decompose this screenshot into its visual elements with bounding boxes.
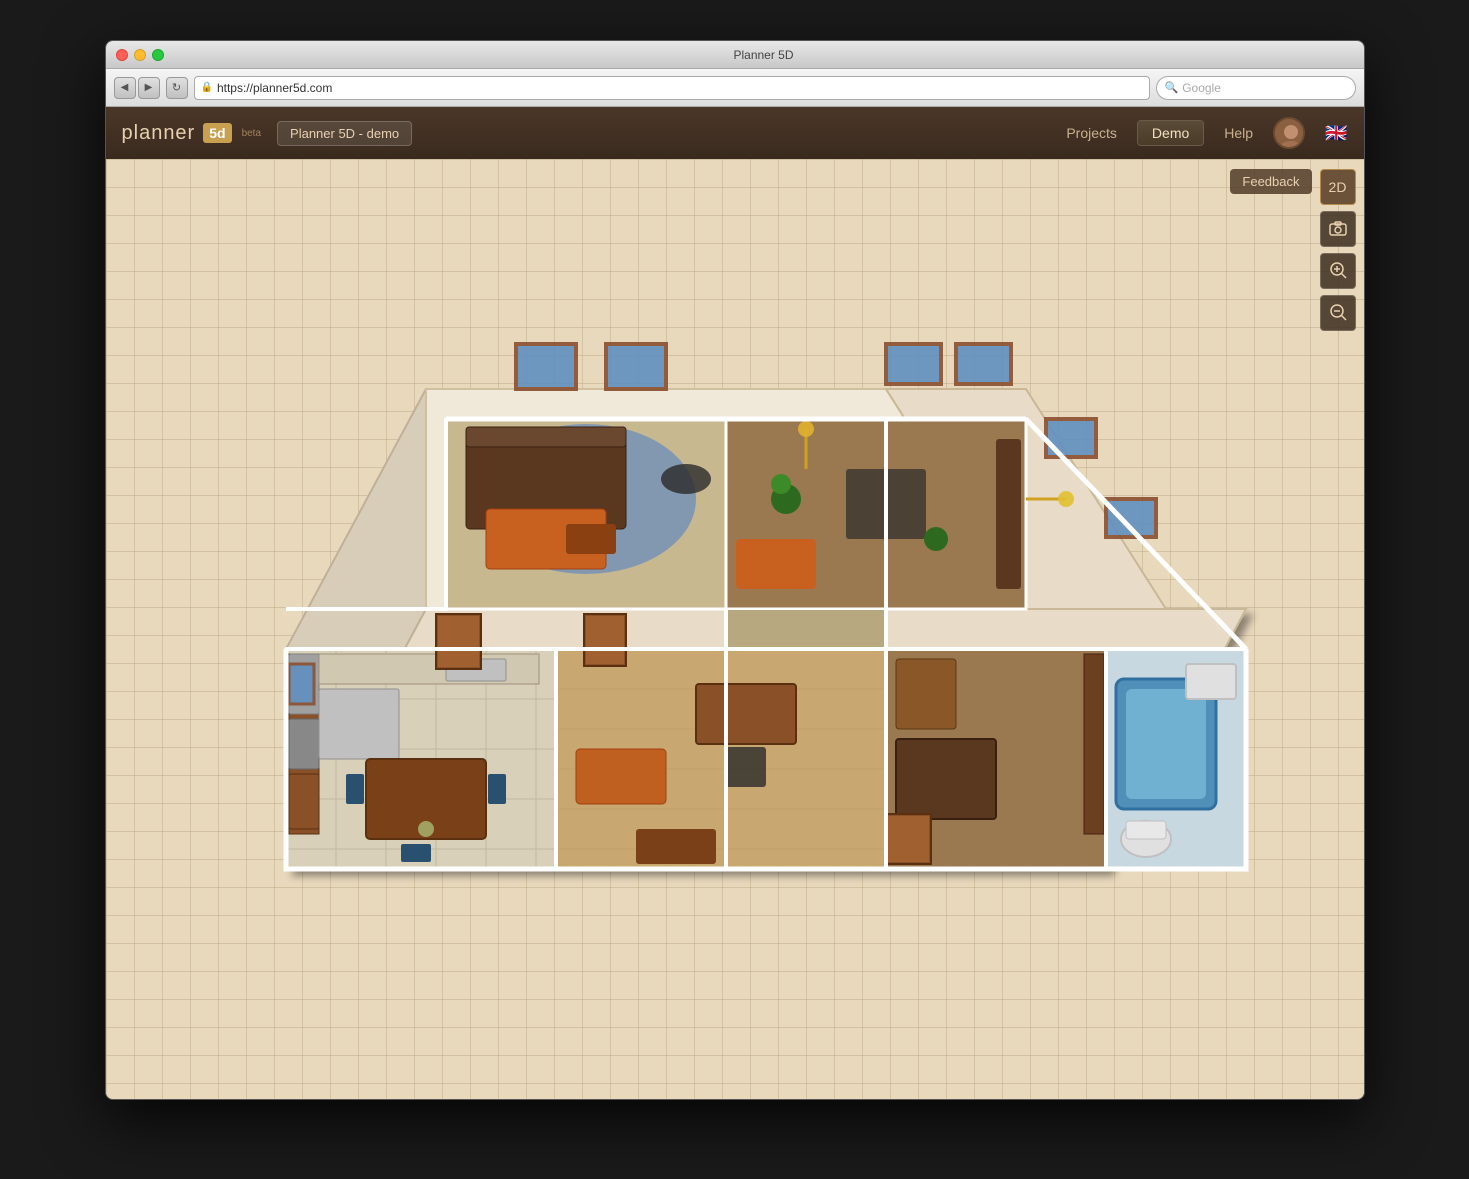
nav-buttons: ◀ ▶ (114, 77, 160, 99)
2d-toggle-button[interactable]: 2D (1320, 169, 1356, 205)
logo-5d: 5d (203, 123, 231, 143)
maximize-button[interactable] (152, 49, 164, 61)
nav-projects[interactable]: Projects (1066, 125, 1117, 141)
close-button[interactable] (116, 49, 128, 61)
user-avatar[interactable] (1273, 117, 1305, 149)
title-bar: Planner 5D (106, 41, 1364, 69)
screenshot-button[interactable] (1320, 211, 1356, 247)
address-bar[interactable]: 🔒 https://planner5d.com (194, 76, 1150, 100)
nav-help[interactable]: Help (1224, 125, 1253, 141)
feedback-button[interactable]: Feedback (1230, 169, 1311, 194)
mac-window: Planner 5D ◀ ▶ ↻ 🔒 https://planner5d.com… (105, 40, 1365, 1100)
zoom-out-button[interactable] (1320, 295, 1356, 331)
browser-chrome: ◀ ▶ ↻ 🔒 https://planner5d.com 🔍 Google (106, 69, 1364, 107)
minimize-button[interactable] (134, 49, 146, 61)
lock-icon: 🔒 (201, 82, 213, 93)
search-icon: 🔍 (1165, 81, 1179, 94)
header-nav: Projects Demo Help 🇬🇧 (1066, 117, 1347, 149)
forward-button[interactable]: ▶ (138, 77, 160, 99)
url-text: https://planner5d.com (217, 81, 332, 95)
traffic-lights (116, 49, 164, 61)
search-bar[interactable]: 🔍 Google (1156, 76, 1356, 100)
2d-label: 2D (1329, 179, 1347, 195)
right-toolbar: 2D (1320, 169, 1356, 331)
refresh-button[interactable]: ↻ (166, 77, 188, 99)
floorplan-scene[interactable] (106, 159, 1364, 1099)
logo-text: planner (122, 122, 196, 145)
nav-demo[interactable]: Demo (1137, 120, 1204, 146)
flag-icon[interactable]: 🇬🇧 (1325, 123, 1347, 144)
app-header: planner 5d beta Planner 5D - demo Projec… (106, 107, 1364, 159)
window-title: Planner 5D (174, 48, 1354, 62)
zoom-in-icon (1328, 260, 1348, 283)
zoom-in-button[interactable] (1320, 253, 1356, 289)
back-button[interactable]: ◀ (114, 77, 136, 99)
project-name-bar[interactable]: Planner 5D - demo (277, 121, 412, 146)
main-content: Feedback 2D (106, 159, 1364, 1099)
beta-badge: beta (242, 128, 261, 139)
zoom-out-icon (1328, 302, 1348, 325)
logo-area: planner 5d beta (122, 122, 262, 145)
camera-icon (1328, 218, 1348, 241)
search-placeholder-text: Google (1182, 81, 1221, 95)
